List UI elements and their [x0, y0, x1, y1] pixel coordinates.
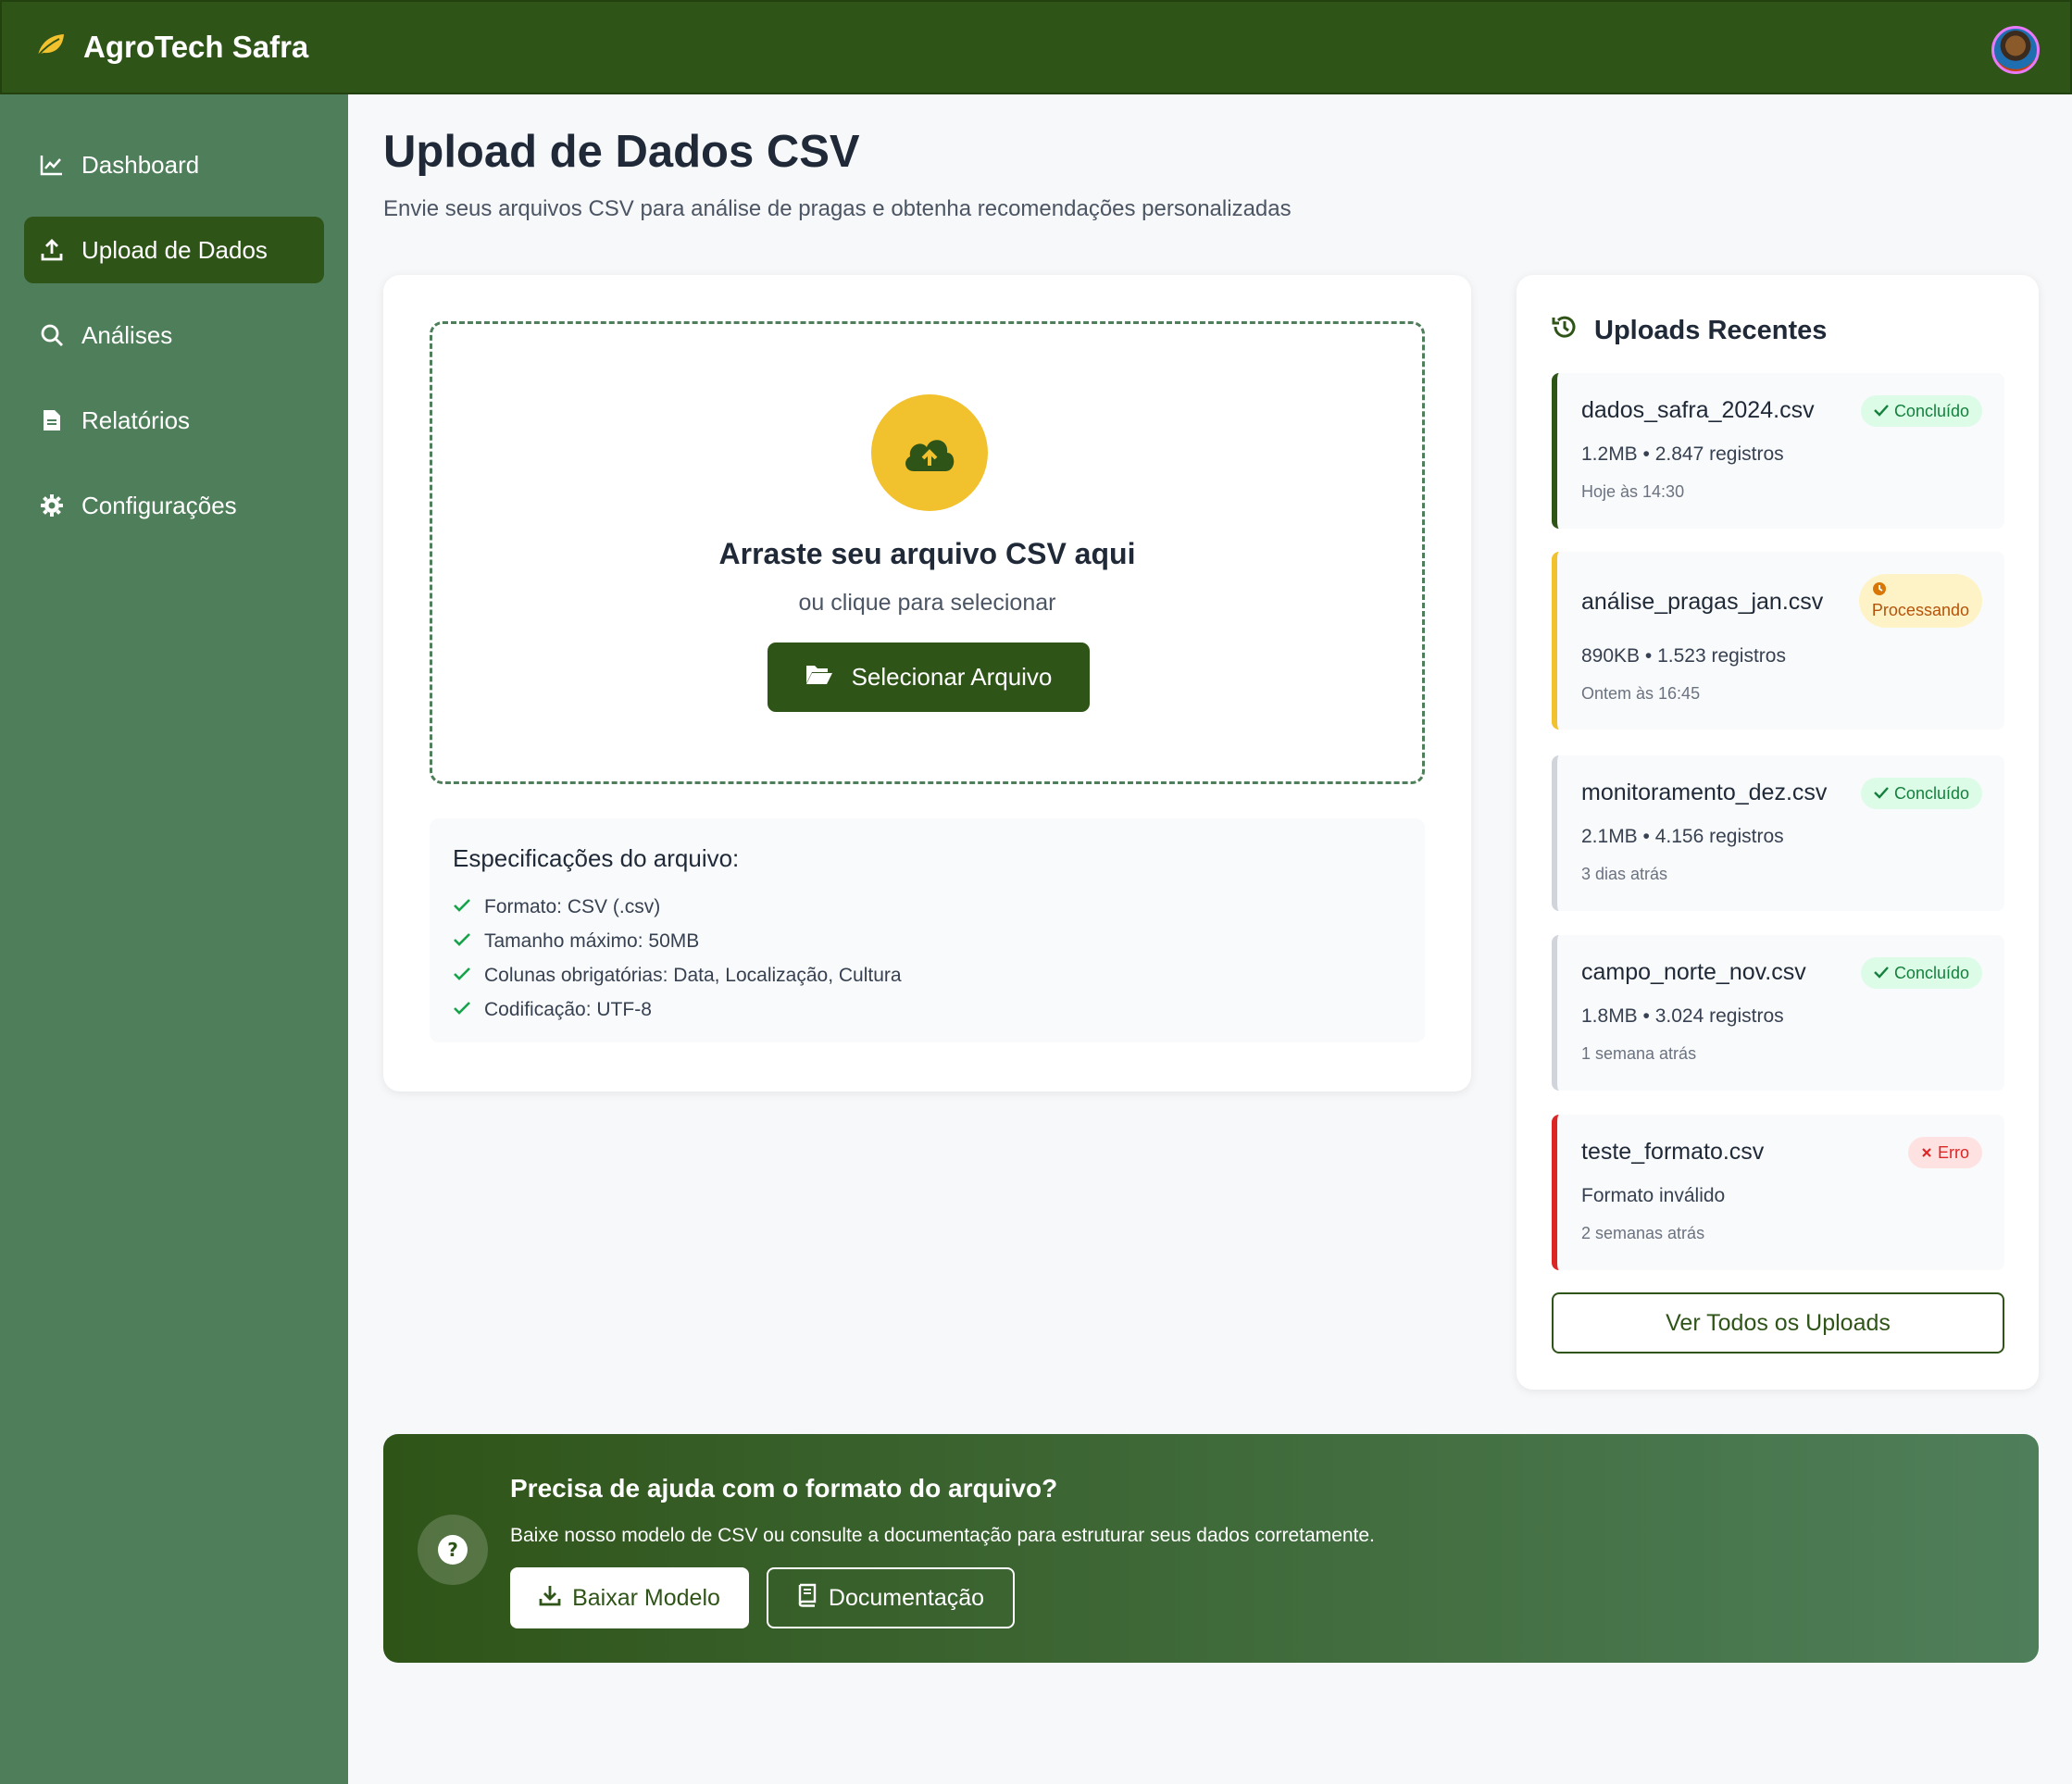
upload-meta: 2.1MB • 4.156 registros [1581, 826, 1784, 847]
upload-time: 3 dias atrás [1581, 865, 1668, 883]
spec-item: Formato: CSV (.csv) [453, 890, 1402, 924]
search-icon [39, 322, 65, 348]
upload-icon [39, 237, 65, 263]
spec-item: Codificação: UTF-8 [453, 992, 1402, 1027]
check-icon [453, 930, 471, 953]
recent-uploads-title: Uploads Recentes [1594, 315, 1828, 345]
upload-filename: teste_formato.csv [1581, 1139, 1765, 1165]
folder-open-icon [805, 663, 833, 692]
status-text: Concluído [1893, 401, 1969, 420]
status-text: Concluído [1893, 963, 1969, 982]
sidebar: Dashboard Upload de Dados Análises Relat… [0, 94, 348, 1784]
close-icon [1921, 1143, 1932, 1163]
gear-icon [39, 493, 65, 518]
spec-text: Codificação: UTF-8 [484, 998, 652, 1020]
question-icon: ? [418, 1515, 488, 1585]
chart-line-icon [39, 152, 65, 178]
download-template-label: Baixar Modelo [572, 1584, 720, 1611]
spec-text: Tamanho máximo: 50MB [484, 929, 700, 952]
upload-item[interactable]: campo_norte_nov.csv 1.8MB • 3.024 regist… [1552, 935, 2004, 1091]
recent-uploads-header: Uploads Recentes [1550, 312, 1827, 349]
book-icon [797, 1583, 818, 1614]
spec-item: Colunas obrigatórias: Data, Localização,… [453, 958, 1402, 992]
select-file-label: Selecionar Arquivo [851, 663, 1053, 691]
documentation-button[interactable]: Documentação [767, 1567, 1015, 1628]
status-badge: Concluído [1860, 778, 1982, 809]
brand[interactable]: AgroTech Safra [35, 30, 308, 65]
history-icon [1550, 312, 1579, 349]
upload-item[interactable]: dados_safra_2024.csv 1.2MB • 2.847 regis… [1552, 373, 2004, 529]
upload-card: Arraste seu arquivo CSV aqui ou clique p… [383, 275, 1471, 1092]
help-title: Precisa de ajuda com o formato do arquiv… [510, 1474, 1058, 1503]
leaf-icon [35, 31, 67, 64]
svg-text:?: ? [447, 1539, 458, 1561]
upload-meta: 1.2MB • 2.847 registros [1581, 443, 1784, 465]
sidebar-item-analises[interactable]: Análises [24, 302, 324, 368]
sidebar-item-label: Análises [81, 320, 173, 349]
status-text: Concluído [1893, 783, 1969, 803]
sidebar-item-label: Upload de Dados [81, 235, 268, 264]
status-text: Erro [1937, 1142, 1969, 1162]
upload-item[interactable]: teste_formato.csv Formato inválido 2 sem… [1552, 1115, 2004, 1270]
file-specs: Especificações do arquivo: Formato: CSV … [430, 818, 1425, 1042]
sidebar-item-label: Relatórios [81, 405, 191, 434]
status-badge: Concluído [1860, 957, 1982, 989]
upload-meta: 890KB • 1.523 registros [1581, 645, 1786, 667]
status-badge: Erro [1907, 1137, 1982, 1168]
view-all-uploads-button[interactable]: Ver Todos os Uploads [1552, 1292, 2004, 1354]
specs-title: Especificações do arquivo: [453, 844, 740, 872]
page-subtitle: Envie seus arquivos CSV para análise de … [383, 196, 1292, 221]
dropzone-title: Arraste seu arquivo CSV aqui [718, 537, 1136, 570]
file-icon [39, 407, 65, 433]
check-icon [453, 999, 471, 1021]
spec-text: Colunas obrigatórias: Data, Localização,… [484, 964, 902, 986]
spec-text: Formato: CSV (.csv) [484, 895, 661, 917]
status-text: Processando [1871, 601, 1969, 619]
dropzone-subtitle: ou clique para selecionar [798, 590, 1056, 616]
cloud-upload-icon [871, 394, 988, 511]
avatar[interactable] [1991, 26, 2040, 74]
check-icon [1874, 964, 1889, 983]
status-badge: Processando [1858, 574, 1982, 628]
download-template-button[interactable]: Baixar Modelo [510, 1567, 749, 1628]
upload-meta: Formato inválido [1581, 1185, 1726, 1206]
sidebar-item-configuracoes[interactable]: Configurações [24, 472, 324, 539]
sidebar-item-label: Dashboard [81, 150, 200, 179]
download-icon [539, 1584, 561, 1613]
check-icon [1874, 402, 1889, 421]
sidebar-item-upload[interactable]: Upload de Dados [24, 217, 324, 283]
upload-time: Ontem às 16:45 [1581, 684, 1701, 703]
top-bar: AgroTech Safra [0, 0, 2072, 94]
upload-filename: análise_pragas_jan.csv [1581, 589, 1824, 615]
check-icon [453, 896, 471, 918]
sidebar-item-dashboard[interactable]: Dashboard [24, 131, 324, 198]
upload-time: Hoje às 14:30 [1581, 482, 1685, 501]
upload-meta: 1.8MB • 3.024 registros [1581, 1005, 1784, 1027]
help-text: Baixe nosso modelo de CSV ou consulte a … [510, 1525, 1375, 1546]
select-file-button[interactable]: Selecionar Arquivo [768, 642, 1090, 712]
upload-item[interactable]: análise_pragas_jan.csv 890KB • 1.523 reg… [1552, 552, 2004, 730]
status-badge: Concluído [1860, 395, 1982, 427]
recent-uploads-card: Uploads Recentes dados_safra_2024.csv 1.… [1517, 275, 2039, 1390]
page-title: Upload de Dados CSV [383, 127, 860, 177]
upload-filename: monitoramento_dez.csv [1581, 780, 1828, 805]
upload-filename: campo_norte_nov.csv [1581, 959, 1806, 985]
help-banner: ? Precisa de ajuda com o formato do arqu… [383, 1434, 2039, 1663]
check-icon [453, 965, 471, 987]
check-icon [1874, 784, 1889, 804]
spec-item: Tamanho máximo: 50MB [453, 924, 1402, 958]
documentation-label: Documentação [828, 1584, 985, 1611]
upload-time: 2 semanas atrás [1581, 1224, 1705, 1242]
sidebar-item-relatorios[interactable]: Relatórios [24, 387, 324, 454]
app-name: AgroTech Safra [83, 30, 309, 64]
upload-time: 1 semana atrás [1581, 1044, 1697, 1063]
clock-icon [1872, 581, 1887, 601]
sidebar-item-label: Configurações [81, 491, 237, 519]
upload-filename: dados_safra_2024.csv [1581, 397, 1815, 423]
upload-item[interactable]: monitoramento_dez.csv 2.1MB • 4.156 regi… [1552, 755, 2004, 911]
dropzone[interactable]: Arraste seu arquivo CSV aqui ou clique p… [430, 321, 1425, 784]
